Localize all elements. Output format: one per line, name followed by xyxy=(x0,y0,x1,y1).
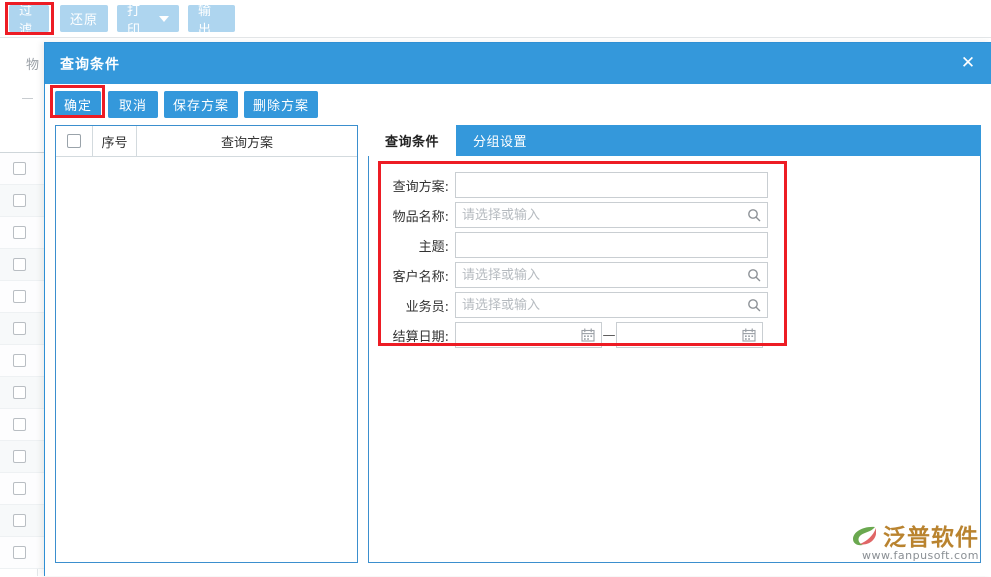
form-row-salesperson: 业务员: xyxy=(369,290,980,320)
field-settlement-date-start[interactable] xyxy=(455,322,602,348)
table-row[interactable] xyxy=(0,153,44,185)
scheme-header-name: 查询方案 xyxy=(137,126,357,156)
delete-scheme-button[interactable]: 删除方案 xyxy=(244,91,318,118)
row-checkbox[interactable] xyxy=(13,322,26,335)
row-checkbox[interactable] xyxy=(13,450,26,463)
row-checkbox[interactable] xyxy=(13,226,26,239)
restore-button-label: 还原 xyxy=(70,9,98,28)
settlement-date-start-input[interactable] xyxy=(456,323,601,347)
scheme-header-index: 序号 xyxy=(93,126,137,156)
field-settlement-date-end[interactable] xyxy=(616,322,763,348)
dialog-toolbar: 确定 取消 保存方案 删除方案 xyxy=(45,84,991,125)
table-row[interactable] xyxy=(0,537,44,569)
close-icon[interactable]: ✕ xyxy=(957,53,979,75)
filter-button-label: 过滤 xyxy=(19,0,39,38)
save-scheme-button[interactable]: 保存方案 xyxy=(164,91,238,118)
field-customer-name[interactable] xyxy=(455,262,768,288)
select-all-checkbox[interactable] xyxy=(67,134,81,148)
scheme-list-rows[interactable] xyxy=(56,157,357,562)
chevron-down-icon xyxy=(159,16,169,22)
dialog-title: 查询条件 xyxy=(60,54,120,74)
row-checkbox[interactable] xyxy=(13,482,26,495)
table-row[interactable] xyxy=(0,377,44,409)
label-salesperson: 业务员: xyxy=(369,296,455,315)
form-row-item-name: 物品名称: xyxy=(369,200,980,230)
calendar-icon[interactable] xyxy=(581,328,595,342)
settlement-date-end-input[interactable] xyxy=(617,323,762,347)
background-partial-label: 物 xyxy=(26,54,39,73)
label-scheme-name: 查询方案: xyxy=(369,176,455,195)
table-row[interactable] xyxy=(0,217,44,249)
salesperson-input[interactable] xyxy=(456,293,767,317)
table-row[interactable] xyxy=(0,185,44,217)
search-icon[interactable] xyxy=(747,298,761,312)
field-scheme-name[interactable] xyxy=(455,172,768,198)
tab-group-settings[interactable]: 分组设置 xyxy=(456,125,544,156)
table-row[interactable] xyxy=(0,249,44,281)
tab-panel: 查询条件 分组设置 查询方案: 物品名称: xyxy=(368,125,981,563)
date-range-separator: — xyxy=(602,328,616,343)
form-row-subject: 主题: xyxy=(369,230,980,260)
table-row[interactable] xyxy=(0,505,44,537)
row-checkbox[interactable] xyxy=(13,546,26,559)
dialog-body: 序号 查询方案 查询条件 分组设置 查询方案: xyxy=(45,125,991,576)
row-checkbox[interactable] xyxy=(13,258,26,271)
delete-scheme-button-label: 删除方案 xyxy=(253,95,309,114)
export-button-label: 输出 xyxy=(198,0,225,38)
export-button[interactable]: 输出 xyxy=(188,5,235,32)
query-conditions-dialog: 查询条件 ✕ 确定 取消 保存方案 删除方案 序号 查询方案 xyxy=(44,42,991,576)
print-button-label: 打印 xyxy=(127,0,154,38)
scheme-list-panel: 序号 查询方案 xyxy=(55,125,358,563)
print-button[interactable]: 打印 xyxy=(117,5,179,32)
calendar-icon[interactable] xyxy=(742,328,756,342)
cancel-button[interactable]: 取消 xyxy=(108,91,158,118)
table-row[interactable] xyxy=(0,409,44,441)
tab-strip: 查询条件 分组设置 xyxy=(368,125,981,156)
scheme-name-input[interactable] xyxy=(456,173,767,197)
background-grid xyxy=(0,152,44,577)
cancel-button-label: 取消 xyxy=(119,95,147,114)
form-row-settlement-date: 结算日期: xyxy=(369,320,980,350)
field-salesperson[interactable] xyxy=(455,292,768,318)
table-row[interactable] xyxy=(0,313,44,345)
search-icon[interactable] xyxy=(747,208,761,222)
table-row[interactable] xyxy=(0,441,44,473)
row-checkbox[interactable] xyxy=(13,162,26,175)
tab-query-conditions-label: 查询条件 xyxy=(385,131,439,150)
field-subject[interactable] xyxy=(455,232,768,258)
label-customer-name: 客户名称: xyxy=(369,266,455,285)
scheme-list-header: 序号 查询方案 xyxy=(56,126,357,157)
tab-query-conditions[interactable]: 查询条件 xyxy=(368,125,456,156)
row-checkbox[interactable] xyxy=(13,514,26,527)
label-settlement-date: 结算日期: xyxy=(369,326,455,345)
save-scheme-button-label: 保存方案 xyxy=(173,95,229,114)
item-name-input[interactable] xyxy=(456,203,767,227)
confirm-button[interactable]: 确定 xyxy=(55,91,101,118)
form-row-scheme-name: 查询方案: xyxy=(369,170,980,200)
tab-group-settings-label: 分组设置 xyxy=(473,131,527,150)
restore-button[interactable]: 还原 xyxy=(60,5,108,32)
row-checkbox[interactable] xyxy=(13,354,26,367)
subject-input[interactable] xyxy=(456,233,767,257)
row-checkbox[interactable] xyxy=(13,290,26,303)
tab-content-query-conditions: 查询方案: 物品名称: xyxy=(368,156,981,563)
confirm-button-label: 确定 xyxy=(64,95,92,114)
background-toolbar: 过滤 还原 打印 输出 xyxy=(0,0,991,38)
label-item-name: 物品名称: xyxy=(369,206,455,225)
table-row[interactable] xyxy=(0,281,44,313)
filter-button[interactable]: 过滤 xyxy=(9,5,49,32)
table-row[interactable] xyxy=(0,473,44,505)
row-checkbox[interactable] xyxy=(13,194,26,207)
label-subject: 主题: xyxy=(369,236,455,255)
search-icon[interactable] xyxy=(747,268,761,282)
form-row-customer-name: 客户名称: xyxy=(369,260,980,290)
table-row[interactable] xyxy=(0,345,44,377)
customer-name-input[interactable] xyxy=(456,263,767,287)
dialog-header: 查询条件 ✕ xyxy=(45,43,991,84)
background-divider xyxy=(22,98,33,99)
row-checkbox[interactable] xyxy=(13,418,26,431)
field-item-name[interactable] xyxy=(455,202,768,228)
scheme-header-select-all[interactable] xyxy=(56,126,93,156)
row-checkbox[interactable] xyxy=(13,386,26,399)
